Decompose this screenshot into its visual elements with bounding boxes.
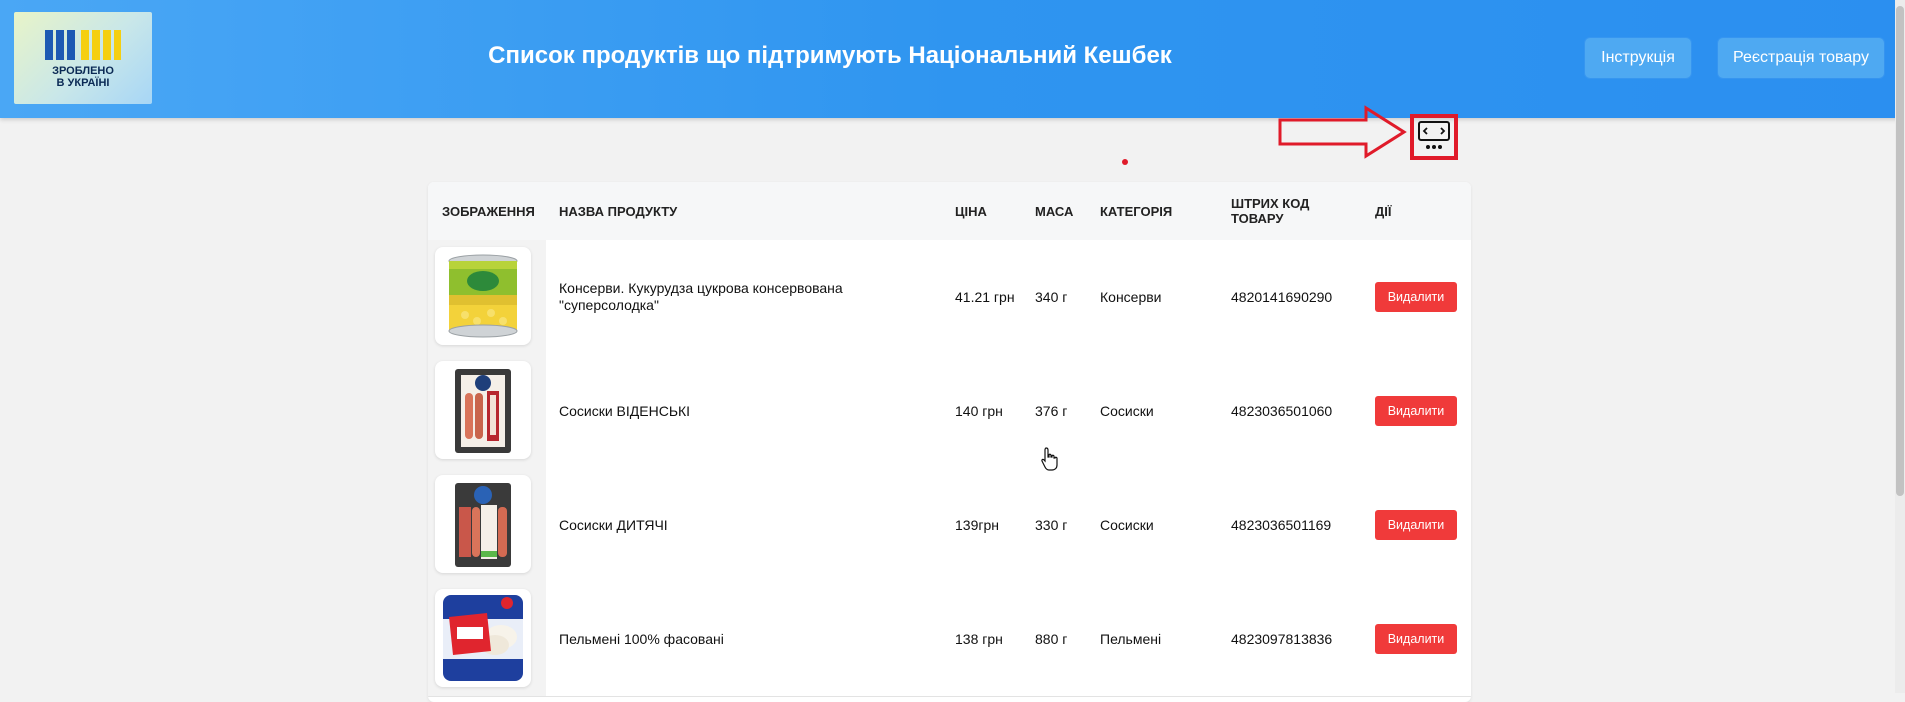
delete-button[interactable]: Видалити	[1375, 510, 1457, 540]
table-row: Пельмені 100% фасовані 138 грн 880 г Пел…	[428, 582, 1471, 697]
product-image-cell	[428, 468, 546, 582]
product-category: Консерви	[1100, 288, 1162, 305]
product-barcode: 4823036501169	[1231, 516, 1332, 533]
made-in-ukraine-logo[interactable]: ЗРОБЛЕНО В УКРАЇНІ	[14, 12, 152, 104]
register-product-button[interactable]: Реєстрація товару	[1718, 38, 1884, 78]
column-header-actions: ДІЇ	[1375, 203, 1392, 219]
product-barcode: 4823097813836	[1231, 630, 1333, 647]
product-image	[435, 247, 531, 345]
product-image-cell	[428, 582, 546, 696]
product-barcode: 4820141690290	[1231, 288, 1333, 305]
product-image-cell	[428, 240, 546, 354]
logo-stripes	[45, 30, 121, 60]
instruction-button[interactable]: Інструкція	[1585, 38, 1691, 78]
delete-button[interactable]: Видалити	[1375, 396, 1457, 426]
table-row: Консерви. Кукурудза цукрова консервована…	[428, 240, 1471, 355]
hand-cursor-icon	[1041, 447, 1058, 471]
product-category: Пельмені	[1100, 630, 1162, 647]
logo-text-line1: ЗРОБЛЕНО	[52, 65, 114, 77]
product-mass: 340 г	[1035, 288, 1068, 305]
page-scrollbar[interactable]	[1895, 0, 1905, 693]
column-header-image: ЗОБРАЖЕННЯ	[442, 203, 535, 219]
product-image	[435, 361, 531, 459]
column-header-name: НАЗВА ПРОДУКТУ	[559, 203, 678, 219]
annotation-arrow-icon	[1278, 105, 1407, 159]
table-row: Сосиски ДИТЯЧІ 139грн 330 г Сосиски 4823…	[428, 468, 1471, 583]
table-header: ЗОБРАЖЕННЯ НАЗВА ПРОДУКТУ ЦІНА МАСА КАТЕ…	[428, 182, 1471, 241]
product-price: 140 грн	[955, 402, 1003, 419]
product-category: Сосиски	[1100, 402, 1154, 419]
delete-button[interactable]: Видалити	[1375, 282, 1457, 312]
product-name: Сосиски ВІДЕНСЬКІ	[559, 402, 691, 419]
column-header-price: ЦІНА	[955, 203, 987, 219]
product-image	[435, 475, 531, 573]
column-header-mass: МАСА	[1035, 203, 1074, 219]
product-mass: 880 г	[1035, 630, 1068, 647]
page-title: Список продуктів що підтримують Націонал…	[488, 42, 1172, 69]
dumplings-pack-icon	[443, 595, 523, 681]
corn-can-icon	[448, 254, 518, 338]
product-barcode: 4823036501060	[1231, 402, 1333, 419]
scrollbar-thumb[interactable]	[1896, 6, 1904, 496]
products-table: ЗОБРАЖЕННЯ НАЗВА ПРОДУКТУ ЦІНА МАСА КАТЕ…	[428, 182, 1471, 702]
red-dot-marker	[1122, 159, 1128, 165]
table-row: Сосиски ВІДЕНСЬКІ 140 грн 376 г Сосиски …	[428, 354, 1471, 469]
product-name: Сосиски ДИТЯЧІ	[559, 516, 668, 533]
product-category: Сосиски	[1100, 516, 1154, 533]
product-name: Консерви. Кукурудза цукрова консервована…	[559, 280, 843, 313]
product-price: 139грн	[955, 516, 999, 533]
product-mass: 330 г	[1035, 516, 1068, 533]
sausage-pack-icon	[455, 369, 511, 453]
logo-text-line2: В УКРАЇНІ	[56, 77, 110, 89]
product-image	[435, 589, 531, 687]
product-image-cell	[428, 354, 546, 468]
embed-toggle-button[interactable]	[1410, 114, 1458, 160]
embed-code-icon	[1418, 121, 1450, 149]
product-price: 41.21 грн	[955, 288, 1015, 305]
delete-button[interactable]: Видалити	[1375, 624, 1457, 654]
header-bar: ЗРОБЛЕНО В УКРАЇНІ Список продуктів що п…	[0, 0, 1905, 118]
column-header-barcode: ШТРИХ КОД ТОВАРУ	[1231, 196, 1310, 226]
sausage-pack-icon	[455, 483, 511, 567]
product-name: Пельмені 100% фасовані	[559, 630, 724, 647]
product-price: 138 грн	[955, 630, 1003, 647]
column-header-category: КАТЕГОРІЯ	[1100, 203, 1173, 219]
